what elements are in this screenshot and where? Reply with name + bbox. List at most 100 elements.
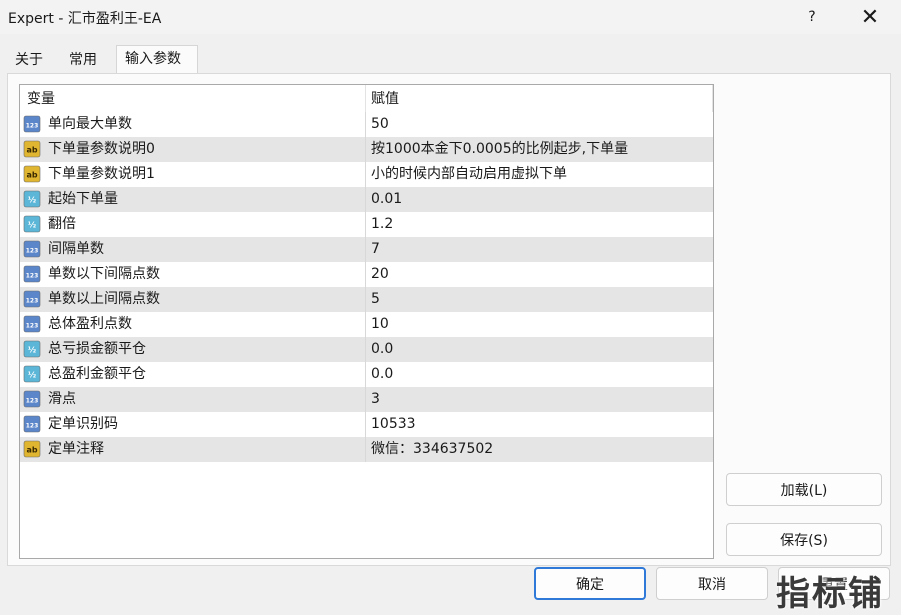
int-icon: 123 <box>23 415 41 433</box>
parameter-row[interactable]: 123 间隔单数 7 <box>20 237 713 262</box>
column-header-variable[interactable]: 变量 <box>20 85 366 112</box>
svg-text:ab: ab <box>26 146 37 155</box>
column-divider <box>365 212 366 237</box>
column-divider <box>365 187 366 212</box>
parameter-value[interactable]: 3 <box>371 387 711 412</box>
parameter-name: 单数以上间隔点数 <box>48 291 160 307</box>
double-icon: ½ <box>23 365 41 383</box>
parameter-name: 翻倍 <box>48 216 76 232</box>
parameter-value[interactable]: 20 <box>371 262 711 287</box>
tab-common[interactable]: 常用 <box>61 47 117 73</box>
parameter-value[interactable]: 微信：334637502 <box>371 437 711 462</box>
window-title: Expert - 汇市盈利王-EA <box>8 11 162 27</box>
svg-text:123: 123 <box>26 423 39 430</box>
grid-header: 变量 赋值 <box>20 85 713 112</box>
parameter-row[interactable]: 123 滑点 3 <box>20 387 713 412</box>
svg-text:123: 123 <box>26 323 39 330</box>
parameter-value[interactable]: 按1000本金下0.0005的比例起步,下单量 <box>371 137 711 162</box>
load-button[interactable]: 加载(L) <box>726 473 882 506</box>
parameter-rows: 123 单向最大单数 50 ab 下单量参数说明0 按1000本金下0.0005的比例起步… <box>20 112 713 462</box>
parameter-name: 单数以下间隔点数 <box>48 266 160 282</box>
svg-text:123: 123 <box>26 398 39 405</box>
parameter-name: 间隔单数 <box>48 241 104 257</box>
watermark-logo: 指标铺 <box>776 574 884 614</box>
column-divider <box>365 262 366 287</box>
tab-inputs[interactable]: 输入参数 <box>116 45 198 73</box>
help-button[interactable]: ? <box>790 0 834 34</box>
parameter-value[interactable]: 0.0 <box>371 362 711 387</box>
parameter-name: 起始下单量 <box>48 191 118 207</box>
string-icon: ab <box>23 165 41 183</box>
tab-about[interactable]: 关于 <box>7 47 57 73</box>
column-divider <box>365 437 366 462</box>
ok-button[interactable]: 确定 <box>534 567 646 600</box>
save-button[interactable]: 保存(S) <box>726 523 882 556</box>
parameter-row[interactable]: ab 定单注释 微信：334637502 <box>20 437 713 462</box>
column-divider <box>365 362 366 387</box>
parameter-value[interactable]: 7 <box>371 237 711 262</box>
int-icon: 123 <box>23 390 41 408</box>
parameter-row[interactable]: ab 下单量参数说明1 小的时候内部自动启用虚拟下单 <box>20 162 713 187</box>
header-divider <box>712 85 713 112</box>
parameter-name: 定单注释 <box>48 441 104 457</box>
double-icon: ½ <box>23 215 41 233</box>
svg-text:½: ½ <box>28 345 36 355</box>
parameter-name: 总亏损金额平仓 <box>48 341 146 357</box>
double-icon: ½ <box>23 340 41 358</box>
svg-text:123: 123 <box>26 123 39 130</box>
svg-text:½: ½ <box>28 220 36 230</box>
column-divider <box>365 412 366 437</box>
parameter-row[interactable]: 123 单数以上间隔点数 5 <box>20 287 713 312</box>
int-icon: 123 <box>23 265 41 283</box>
column-divider <box>365 237 366 262</box>
svg-text:123: 123 <box>26 248 39 255</box>
parameter-row[interactable]: ab 下单量参数说明0 按1000本金下0.0005的比例起步,下单量 <box>20 137 713 162</box>
parameter-row[interactable]: ½ 总亏损金额平仓 0.0 <box>20 337 713 362</box>
parameter-name: 下单量参数说明0 <box>48 141 155 157</box>
svg-text:ab: ab <box>26 171 37 180</box>
parameter-row[interactable]: ½ 起始下单量 0.01 <box>20 187 713 212</box>
column-divider <box>365 312 366 337</box>
parameters-grid: 变量 赋值 123 单向最大单数 50 ab 下单量参数说明0 按1000本金下0.000… <box>19 84 714 559</box>
parameter-row[interactable]: ½ 总盈利金额平仓 0.0 <box>20 362 713 387</box>
column-divider <box>365 287 366 312</box>
int-icon: 123 <box>23 290 41 308</box>
parameter-value[interactable]: 5 <box>371 287 711 312</box>
parameter-value[interactable]: 小的时候内部自动启用虚拟下单 <box>371 162 711 187</box>
cancel-button[interactable]: 取消 <box>656 567 768 600</box>
string-icon: ab <box>23 140 41 158</box>
int-icon: 123 <box>23 240 41 258</box>
column-divider <box>365 337 366 362</box>
parameter-value[interactable]: 0.01 <box>371 187 711 212</box>
parameter-row[interactable]: 123 总体盈利点数 10 <box>20 312 713 337</box>
column-divider <box>365 162 366 187</box>
svg-text:½: ½ <box>28 370 36 380</box>
column-divider <box>365 137 366 162</box>
parameter-row[interactable]: 123 单向最大单数 50 <box>20 112 713 137</box>
parameter-value[interactable]: 10 <box>371 312 711 337</box>
title-bar: Expert - 汇市盈利王-EA ? ✕ <box>0 0 901 34</box>
parameter-value[interactable]: 10533 <box>371 412 711 437</box>
parameter-name: 滑点 <box>48 391 76 407</box>
svg-text:½: ½ <box>28 195 36 205</box>
svg-text:ab: ab <box>26 446 37 455</box>
parameter-name: 单向最大单数 <box>48 116 132 132</box>
int-icon: 123 <box>23 115 41 133</box>
parameter-value[interactable]: 50 <box>371 112 711 137</box>
column-header-value[interactable]: 赋值 <box>366 85 713 112</box>
expert-properties-dialog: Expert - 汇市盈利王-EA ? ✕ 关于 常用 输入参数 变量 赋值 1… <box>0 0 901 614</box>
double-icon: ½ <box>23 190 41 208</box>
parameter-name: 总盈利金额平仓 <box>48 366 146 382</box>
parameter-row[interactable]: ½ 翻倍 1.2 <box>20 212 713 237</box>
parameter-name: 下单量参数说明1 <box>48 166 155 182</box>
parameter-value[interactable]: 0.0 <box>371 337 711 362</box>
string-icon: ab <box>23 440 41 458</box>
svg-text:123: 123 <box>26 273 39 280</box>
int-icon: 123 <box>23 315 41 333</box>
parameter-row[interactable]: 123 定单识别码 10533 <box>20 412 713 437</box>
column-divider <box>365 112 366 137</box>
parameter-row[interactable]: 123 单数以下间隔点数 20 <box>20 262 713 287</box>
close-icon[interactable]: ✕ <box>848 0 892 34</box>
parameter-value[interactable]: 1.2 <box>371 212 711 237</box>
parameter-name: 定单识别码 <box>48 416 118 432</box>
